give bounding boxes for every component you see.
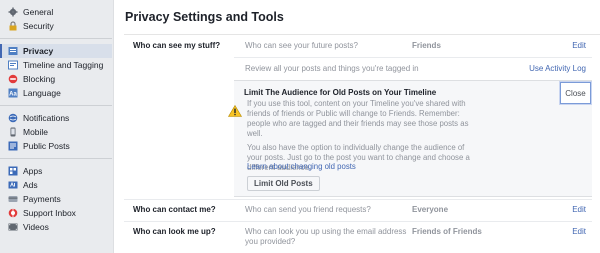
divider [124, 199, 592, 200]
page-title: Privacy Settings and Tools [125, 10, 284, 24]
sidebar-item-label: Timeline and Tagging [23, 60, 104, 70]
setting-value: Friends of Friends [412, 227, 482, 236]
apps-icon [8, 166, 18, 176]
warning-icon [227, 104, 243, 122]
divider [234, 57, 592, 58]
sidebar-item-label: Payments [23, 194, 61, 204]
setting-question: Review all your posts and things you're … [245, 64, 419, 73]
sidebar-item-timeline-tagging[interactable]: Timeline and Tagging [0, 58, 112, 72]
sidebar-item-label: Mobile [23, 127, 49, 137]
setting-question: Who can send you friend requests? [245, 205, 371, 214]
sidebar-item-public-posts[interactable]: Public Posts [0, 139, 112, 153]
limit-paragraph-1: If you use this tool, content on your Ti… [247, 99, 469, 138]
sidebar-group-account: General Security [0, 0, 112, 33]
sidebar-item-ads[interactable]: Ads [0, 178, 112, 192]
sidebar-item-label: Security [23, 21, 54, 31]
edit-future-posts-link[interactable]: Edit [572, 41, 586, 50]
rss-icon [8, 141, 18, 151]
sidebar-item-security[interactable]: Security [0, 19, 112, 33]
sidebar-item-label: Support Inbox [23, 208, 76, 218]
mobile-icon [8, 127, 18, 137]
setting-question: Who can see your future posts? [245, 41, 358, 50]
sidebar-item-language[interactable]: Aa Language [0, 86, 112, 100]
sidebar-item-privacy[interactable]: Privacy [0, 44, 112, 58]
section-label-stuff: Who can see my stuff? [133, 41, 221, 50]
sidebar-item-support-inbox[interactable]: Support Inbox [0, 206, 112, 220]
divider [124, 34, 600, 35]
sidebar-item-apps[interactable]: Apps [0, 164, 112, 178]
sidebar-group-privacy: Privacy Timeline and Tagging Blocking Aa… [0, 38, 112, 100]
sidebar-item-general[interactable]: General [0, 5, 112, 19]
sidebar-item-label: General [23, 7, 54, 17]
globe-icon [8, 113, 18, 123]
sidebar-item-label: Blocking [23, 74, 56, 84]
close-button[interactable]: Close [560, 82, 591, 104]
sidebar-group-apps: Apps Ads Payments Support Inbox Videos [0, 158, 112, 234]
limit-old-posts-button[interactable]: Limit Old Posts [247, 176, 320, 191]
setting-value: Friends [412, 41, 441, 50]
sidebar-item-payments[interactable]: Payments [0, 192, 112, 206]
divider [124, 221, 592, 222]
panel-title: Limit The Audience for Old Posts on Your… [244, 88, 437, 97]
privacy-settings-panel: Privacy Settings and Tools Who can see m… [113, 0, 600, 253]
edit-email-lookup-link[interactable]: Edit [572, 227, 586, 236]
setting-value: Everyone [412, 205, 449, 214]
sidebar-item-label: Language [23, 88, 61, 98]
sidebar-item-label: Apps [23, 166, 43, 176]
sidebar-group-notifications: Notifications Mobile Public Posts [0, 105, 112, 153]
sidebar-item-videos[interactable]: Videos [0, 220, 112, 234]
sidebar-item-label: Videos [23, 222, 49, 232]
sidebar-item-label: Notifications [23, 113, 70, 123]
language-icon: Aa [8, 88, 18, 98]
section-label-contact: Who can contact me? [133, 205, 216, 214]
section-label-lookup: Who can look me up? [133, 227, 216, 236]
lock-icon [8, 21, 18, 31]
learn-changing-posts-link[interactable]: Learn about changing old posts [247, 162, 356, 171]
gear-icon [8, 7, 18, 17]
svg-text:Aa: Aa [9, 92, 17, 98]
settings-sidebar: General Security Privacy Timeline and Ta… [0, 0, 112, 253]
sidebar-item-blocking[interactable]: Blocking [0, 72, 112, 86]
support-icon [8, 208, 18, 218]
edit-friend-requests-link[interactable]: Edit [572, 205, 586, 214]
payments-icon [8, 194, 18, 204]
activity-log-link[interactable]: Use Activity Log [529, 64, 586, 73]
blocking-icon [8, 74, 18, 84]
timeline-icon [8, 60, 18, 70]
sidebar-item-notifications[interactable]: Notifications [0, 111, 112, 125]
sidebar-item-label: Ads [23, 180, 38, 190]
sidebar-item-label: Public Posts [23, 141, 70, 151]
sidebar-item-label: Privacy [23, 46, 54, 56]
ads-icon [8, 180, 18, 190]
privacy-lock-icon [8, 46, 18, 56]
video-icon [8, 222, 18, 232]
setting-question: Who can look you up using the email addr… [245, 227, 407, 246]
sidebar-item-mobile[interactable]: Mobile [0, 125, 112, 139]
